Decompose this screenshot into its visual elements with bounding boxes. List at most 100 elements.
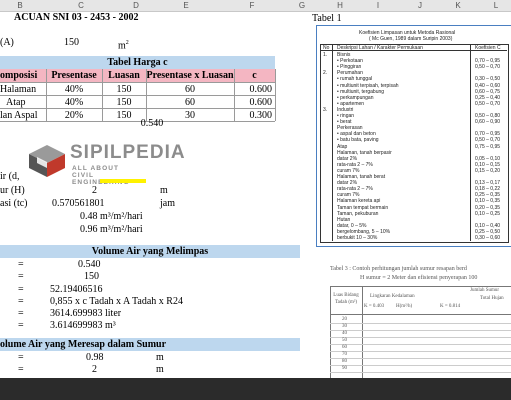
watermark-title: SIPILPEDIA xyxy=(70,142,186,163)
calc-value[interactable]: 0.570561801 xyxy=(52,198,105,210)
col-letter[interactable]: D xyxy=(126,1,146,10)
doc-cell: rata-rata 2 – 7% xyxy=(337,186,373,193)
calc-value[interactable]: 2 xyxy=(92,185,97,197)
doc-cell: 0,05 – 0,10 xyxy=(475,155,501,162)
doc-cell: 0,25 – 0,35 xyxy=(475,192,501,199)
tabel3-row-line xyxy=(330,337,511,338)
th-c[interactable]: c xyxy=(234,70,275,82)
doc-cell: 0,20 – 0,35 xyxy=(475,204,501,211)
tabel3-row-value: 20 xyxy=(342,317,347,322)
area-unit[interactable]: m2 xyxy=(118,37,129,52)
tabel3-row-line xyxy=(330,323,511,324)
value[interactable]: 3614.699983 liter xyxy=(50,308,121,320)
cell[interactable]: 0.600 xyxy=(234,97,273,109)
taskbar xyxy=(0,378,511,400)
doc-cell: Halaman kereta api xyxy=(337,198,381,205)
tabel3-caption: Tabel 3 : Contoh perhitungan jumlah sumu… xyxy=(330,266,467,272)
formula[interactable]: 0,855 x c Tadah x A Tadah x R24 xyxy=(50,296,183,308)
doc-cell: 0,60 – 0,90 xyxy=(475,119,501,126)
unit[interactable]: m xyxy=(156,364,164,376)
cell[interactable]: 0.600 xyxy=(234,84,273,96)
cell[interactable]: lan Aspal xyxy=(0,110,38,122)
unit[interactable]: m xyxy=(156,352,164,364)
highlighted-cell[interactable] xyxy=(100,179,146,183)
doc-subtitle: ( Mc Guen, 1989 dalam Suripin 2003) xyxy=(369,36,453,42)
tabel-harga-total[interactable]: 0.540 xyxy=(102,118,202,130)
tabel3-image[interactable]: Tabel 3 : Contoh perhitungan jumlah sumu… xyxy=(330,264,511,378)
tabel3-row-line xyxy=(330,330,511,331)
col-letter[interactable]: E xyxy=(176,1,196,10)
th-presentase-x-luasan[interactable]: Presentase x Luasan xyxy=(146,70,234,82)
equals: = xyxy=(18,352,24,363)
cell[interactable]: 0.300 xyxy=(234,110,273,122)
calc-label[interactable]: ir (d, xyxy=(0,171,19,183)
value[interactable]: 0.98 xyxy=(86,352,104,364)
cell[interactable]: Halaman xyxy=(0,84,36,96)
doc-cell: • ringan xyxy=(337,113,355,119)
col-letter[interactable]: F xyxy=(242,1,262,10)
doc-cell: Halaman, tanah berpasir xyxy=(337,149,392,156)
area-label[interactable]: (A) xyxy=(0,37,14,49)
calc-label[interactable]: asi (tc) xyxy=(0,198,28,210)
tabel3-col1-header: Luas Bidang Tadah (m²) xyxy=(333,293,359,305)
tabel3-sub: H(m²/h) xyxy=(396,304,413,309)
cell[interactable]: 40% xyxy=(46,84,102,96)
cell[interactable]: 20% xyxy=(46,110,102,122)
doc-cell: Hutan xyxy=(337,216,351,223)
col-letter[interactable]: B xyxy=(10,1,30,10)
doc-cell: 2. xyxy=(323,70,328,77)
area-value[interactable]: 150 xyxy=(64,37,79,49)
value[interactable]: 0.540 xyxy=(78,259,101,271)
value[interactable]: 52.19406516 xyxy=(50,284,103,296)
tabel-harga-title[interactable]: Tabel Harga c xyxy=(0,57,275,69)
value[interactable]: 150 xyxy=(84,271,99,283)
tabel1-label[interactable]: Tabel 1 xyxy=(312,13,342,25)
doc-cell: 0,25 – 0,50 xyxy=(475,228,501,235)
doc-cell: 0,40 – 0,60 xyxy=(475,82,501,89)
doc-cell: 0,10 – 0,15 xyxy=(475,161,501,168)
tabel3-row-line xyxy=(330,372,511,373)
value[interactable]: 2 xyxy=(92,364,97,376)
tabel1-image[interactable]: Koefisien Limpasan untuk Metoda Rasional… xyxy=(316,25,511,247)
cell[interactable]: 60 xyxy=(146,84,234,96)
sheet-title[interactable]: ACUAN SNI 03 - 2453 - 2002 xyxy=(14,12,138,24)
th-komposisi[interactable]: omposisi xyxy=(0,70,37,82)
tabel3-col2-header: Lingkaran Kedalaman xyxy=(370,294,415,299)
calc-value[interactable]: 0.96 m³/m²/hari xyxy=(80,224,143,236)
cell[interactable]: Atap xyxy=(6,97,25,109)
tabel3-sub: K = 0.403 xyxy=(364,304,385,309)
col-letter[interactable]: C xyxy=(71,1,91,10)
calc-label[interactable]: ur (H) xyxy=(0,185,25,197)
tabel3-col3-header: Jumlah Sumur xyxy=(470,288,500,293)
doc-cell: • perkampungan xyxy=(337,94,374,101)
doc-cell: 0,10 – 0,25 xyxy=(475,210,501,217)
tabel3-sub: Total Hujan xyxy=(480,296,504,301)
col-letter[interactable]: J xyxy=(410,1,430,10)
doc-cell: 0,50 – 0,70 xyxy=(475,100,501,107)
col-letter[interactable]: G xyxy=(292,1,312,10)
col-letter[interactable]: H xyxy=(330,1,350,10)
doc-cell: 0,25 – 0,40 xyxy=(475,94,501,101)
calc-unit[interactable]: jam xyxy=(160,198,175,210)
tabel3-row-value: 40 xyxy=(342,331,347,336)
tabel3-sub: K = 0.814 xyxy=(440,304,461,309)
cell[interactable]: 60 xyxy=(146,97,234,109)
volume-melimpas-title[interactable]: Volume Air yang Melimpas xyxy=(0,246,300,258)
col-letter[interactable]: I xyxy=(368,1,388,10)
volume-meresap-title[interactable]: olume Air yang Meresap dalam Sumur xyxy=(0,339,166,351)
cell[interactable]: 40% xyxy=(46,97,102,109)
calc-value[interactable]: 0.48 m³/m²/hari xyxy=(80,211,143,223)
th-luasan[interactable]: Luasan xyxy=(102,70,146,82)
col-letter[interactable]: L xyxy=(486,1,506,10)
th-presentase[interactable]: Presentase xyxy=(46,70,102,82)
doc-cell: datar 2% xyxy=(337,180,358,187)
doc-col-line xyxy=(332,44,333,241)
calc-unit[interactable]: m xyxy=(160,185,168,197)
cell[interactable]: 150 xyxy=(102,97,146,109)
doc-cell: Taman, pekuburan xyxy=(337,210,379,217)
value[interactable]: 3.614699983 m³ xyxy=(50,320,116,332)
grid-line xyxy=(275,69,276,121)
cell[interactable]: 150 xyxy=(102,84,146,96)
col-letter[interactable]: K xyxy=(448,1,468,10)
doc-th: Koefisien C xyxy=(475,45,501,51)
